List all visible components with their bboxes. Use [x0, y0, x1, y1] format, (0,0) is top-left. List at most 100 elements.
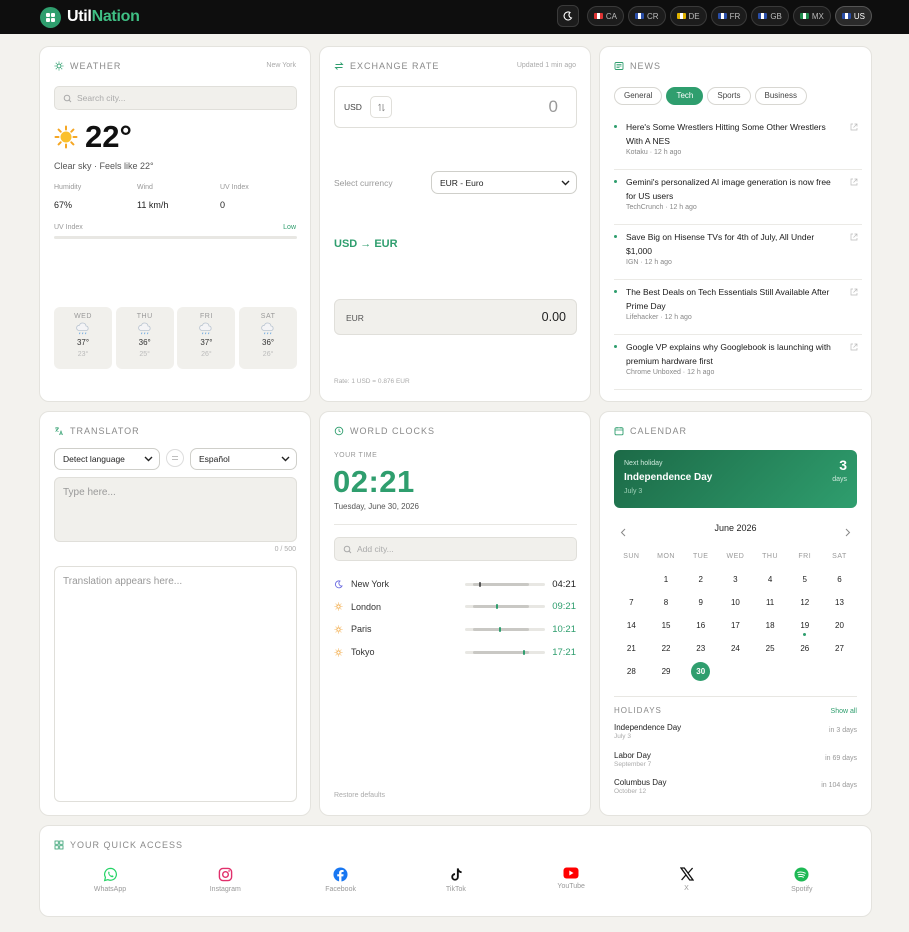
news-headline[interactable]: The Best Deals on Tech Essentials Still … — [626, 285, 836, 313]
country-button-cr[interactable]: CR — [627, 6, 666, 26]
amount-input[interactable]: 0 — [549, 97, 558, 117]
quick-access-facebook[interactable]: Facebook — [311, 867, 371, 893]
country-button-de[interactable]: DE — [669, 6, 707, 26]
quick-access-youtube[interactable]: YouTube — [541, 867, 601, 890]
calendar-day-22[interactable]: 22 — [649, 644, 684, 653]
calendar-day-15[interactable]: 15 — [649, 621, 684, 630]
holiday-item[interactable]: Independence Day July 3 in 3 days — [614, 723, 857, 740]
calendar-day-1[interactable]: 1 — [649, 575, 684, 584]
show-all-link[interactable]: Show all — [831, 708, 857, 715]
calendar-day-4[interactable]: 4 — [753, 575, 788, 584]
clock-icon — [334, 426, 344, 436]
calendar-day-30[interactable]: 30 — [683, 662, 718, 681]
clock-time: 10:21 — [552, 623, 576, 635]
news-item[interactable]: The Best Deals on Tech Essentials Still … — [614, 285, 862, 335]
calendar-day-16[interactable]: 16 — [683, 621, 718, 630]
bullet-icon — [614, 125, 617, 128]
external-link-icon[interactable] — [850, 343, 858, 351]
calendar-day-17[interactable]: 17 — [718, 621, 753, 630]
news-tab-general[interactable]: General — [614, 87, 663, 105]
quick-access-whatsapp[interactable]: WhatsApp — [80, 867, 140, 893]
country-button-us[interactable]: US — [834, 6, 872, 26]
weather-search-input[interactable]: Search city... — [54, 86, 297, 110]
news-headline[interactable]: Here's Some Wrestlers Hitting Some Other… — [626, 120, 836, 148]
country-button-ca[interactable]: CA — [586, 6, 624, 26]
calendar-day-18[interactable]: 18 — [753, 621, 788, 630]
news-headline[interactable]: Save Big on Hisense TVs for 4th of July,… — [626, 230, 836, 258]
calendar-day-26[interactable]: 26 — [787, 644, 822, 653]
news-tab-business[interactable]: Business — [754, 87, 807, 105]
news-headline[interactable]: Google VP explains why Googlebook is lau… — [626, 340, 836, 368]
logo[interactable]: UtilNation — [40, 6, 140, 28]
calendar-day-7[interactable]: 7 — [614, 598, 649, 607]
calendar-day-14[interactable]: 14 — [614, 621, 649, 630]
calendar-day-13[interactable]: 13 — [822, 598, 857, 607]
day-number: 13 — [835, 598, 844, 607]
country-button-mx[interactable]: MX — [792, 6, 831, 26]
calendar-day-23[interactable]: 23 — [683, 644, 718, 653]
calendar-day-5[interactable]: 5 — [787, 575, 822, 584]
news-item[interactable]: Gemini's personalized AI image generatio… — [614, 175, 862, 225]
add-city-input[interactable]: Add city... — [334, 537, 577, 561]
calendar-day-9[interactable]: 9 — [683, 598, 718, 607]
calendar-day-29[interactable]: 29 — [649, 667, 684, 676]
holiday-countdown: in 69 days — [825, 754, 857, 762]
external-link-icon[interactable] — [850, 178, 858, 186]
clock-row-london[interactable]: London 09:21 — [334, 599, 576, 615]
calendar-day-11[interactable]: 11 — [753, 598, 788, 607]
currency-select[interactable]: EUR - Euro — [431, 171, 577, 194]
calendar-day-19[interactable]: 19 — [787, 621, 822, 636]
news-item[interactable]: Save Big on Hisense TVs for 4th of July,… — [614, 230, 862, 280]
forecast-low: 26° — [262, 351, 274, 358]
external-link-icon[interactable] — [850, 233, 858, 241]
restore-defaults-link[interactable]: Restore defaults — [334, 792, 385, 799]
calendar-icon — [614, 427, 624, 436]
news-item[interactable]: Google VP explains why Googlebook is lau… — [614, 340, 862, 390]
calendar-day-24[interactable]: 24 — [718, 644, 753, 653]
news-item[interactable]: Here's Some Wrestlers Hitting Some Other… — [614, 120, 862, 170]
next-month-button[interactable] — [845, 524, 851, 542]
calendar-day-27[interactable]: 27 — [822, 644, 857, 653]
external-link-icon[interactable] — [850, 123, 858, 131]
swap-language-button[interactable] — [166, 449, 184, 467]
news-tab-tech[interactable]: Tech — [666, 87, 704, 105]
news-headline[interactable]: Gemini's personalized AI image generatio… — [626, 175, 836, 203]
calendar-day-8[interactable]: 8 — [649, 598, 684, 607]
calendar-day-20[interactable]: 20 — [822, 621, 857, 630]
target-language-select[interactable]: Español — [190, 448, 297, 470]
quick-access-tiktok[interactable]: TikTok — [426, 867, 486, 893]
weather-stat-label: UV Index — [220, 184, 249, 191]
clock-row-tokyo[interactable]: Tokyo 17:21 — [334, 644, 576, 660]
calendar-day-2[interactable]: 2 — [683, 575, 718, 584]
calendar-day-25[interactable]: 25 — [753, 644, 788, 653]
holiday-item[interactable]: Labor Day September 7 in 69 days — [614, 751, 857, 768]
quick-access-spotify[interactable]: Spotify — [772, 867, 832, 893]
quick-access-instagram[interactable]: Instagram — [195, 867, 255, 893]
news-tab-sports[interactable]: Sports — [707, 87, 751, 105]
facebook-icon — [311, 867, 371, 882]
day-number: 27 — [835, 644, 844, 653]
clock-row-paris[interactable]: Paris 10:21 — [334, 621, 576, 637]
calendar-day-3[interactable]: 3 — [718, 575, 753, 584]
calendar-day-21[interactable]: 21 — [614, 644, 649, 653]
country-switcher: CA CR DE FR GB MX US — [556, 5, 872, 27]
country-code: GB — [770, 11, 782, 21]
source-language-select[interactable]: Detect language — [54, 448, 160, 470]
quick-access-label: X — [684, 885, 689, 892]
country-button-gb[interactable]: GB — [751, 6, 789, 26]
calendar-day-28[interactable]: 28 — [614, 667, 649, 676]
calendar-day-12[interactable]: 12 — [787, 598, 822, 607]
country-code: US — [853, 11, 865, 21]
calendar-day-6[interactable]: 6 — [822, 575, 857, 584]
quick-access-x[interactable]: X — [657, 867, 717, 892]
translate-icon — [55, 427, 63, 436]
clock-row-new-york[interactable]: New York 04:21 — [334, 576, 576, 592]
country-button-fr[interactable]: FR — [710, 6, 748, 26]
translator-input[interactable]: Type here... — [54, 477, 297, 542]
calendar-day-10[interactable]: 10 — [718, 598, 753, 607]
external-link-icon[interactable] — [850, 288, 858, 296]
amount-input-box[interactable]: USD 0 — [334, 86, 577, 128]
theme-toggle-button[interactable] — [556, 5, 579, 27]
holiday-item[interactable]: Columbus Day October 12 in 104 days — [614, 778, 857, 795]
swap-currency-button[interactable] — [370, 96, 392, 118]
